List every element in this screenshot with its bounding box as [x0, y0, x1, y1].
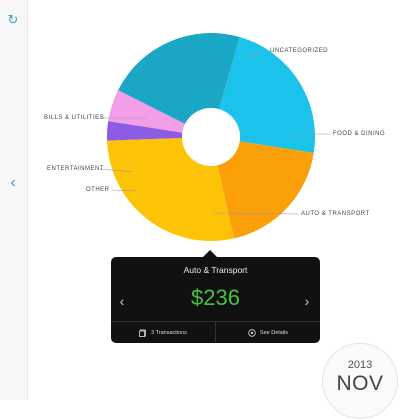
donut-hole: [182, 108, 240, 166]
label-auto-transport: AUTO & TRANSPORT: [301, 211, 370, 217]
label-other: OTHER: [86, 187, 110, 193]
see-details-label: See Details: [259, 329, 289, 336]
popover-title: Auto & Transport: [183, 265, 248, 275]
transactions-label: 3 Transactions: [151, 329, 187, 336]
label-uncategorized: UNCATEGORIZED: [270, 48, 329, 54]
category-popover: Auto & Transport ‹ $236 › 3 Transactions…: [111, 257, 320, 343]
month-selector[interactable]: 2013 NOV: [322, 343, 398, 419]
chevron-right-icon[interactable]: ›: [300, 291, 314, 311]
popover-amount: $236: [191, 285, 240, 310]
label-food-dining: FOOD & DINING: [333, 131, 386, 137]
see-details-button[interactable]: See Details: [216, 322, 320, 343]
label-bills-utilities: BILLS & UTILITIES: [44, 115, 105, 121]
details-icon: [248, 328, 256, 337]
label-entertainment: ENTERTAINMENT: [47, 166, 104, 172]
date-month: NOV: [336, 372, 384, 395]
date-year: 2013: [347, 359, 373, 371]
transactions-button[interactable]: 3 Transactions: [111, 322, 215, 343]
transactions-icon: [139, 329, 147, 337]
